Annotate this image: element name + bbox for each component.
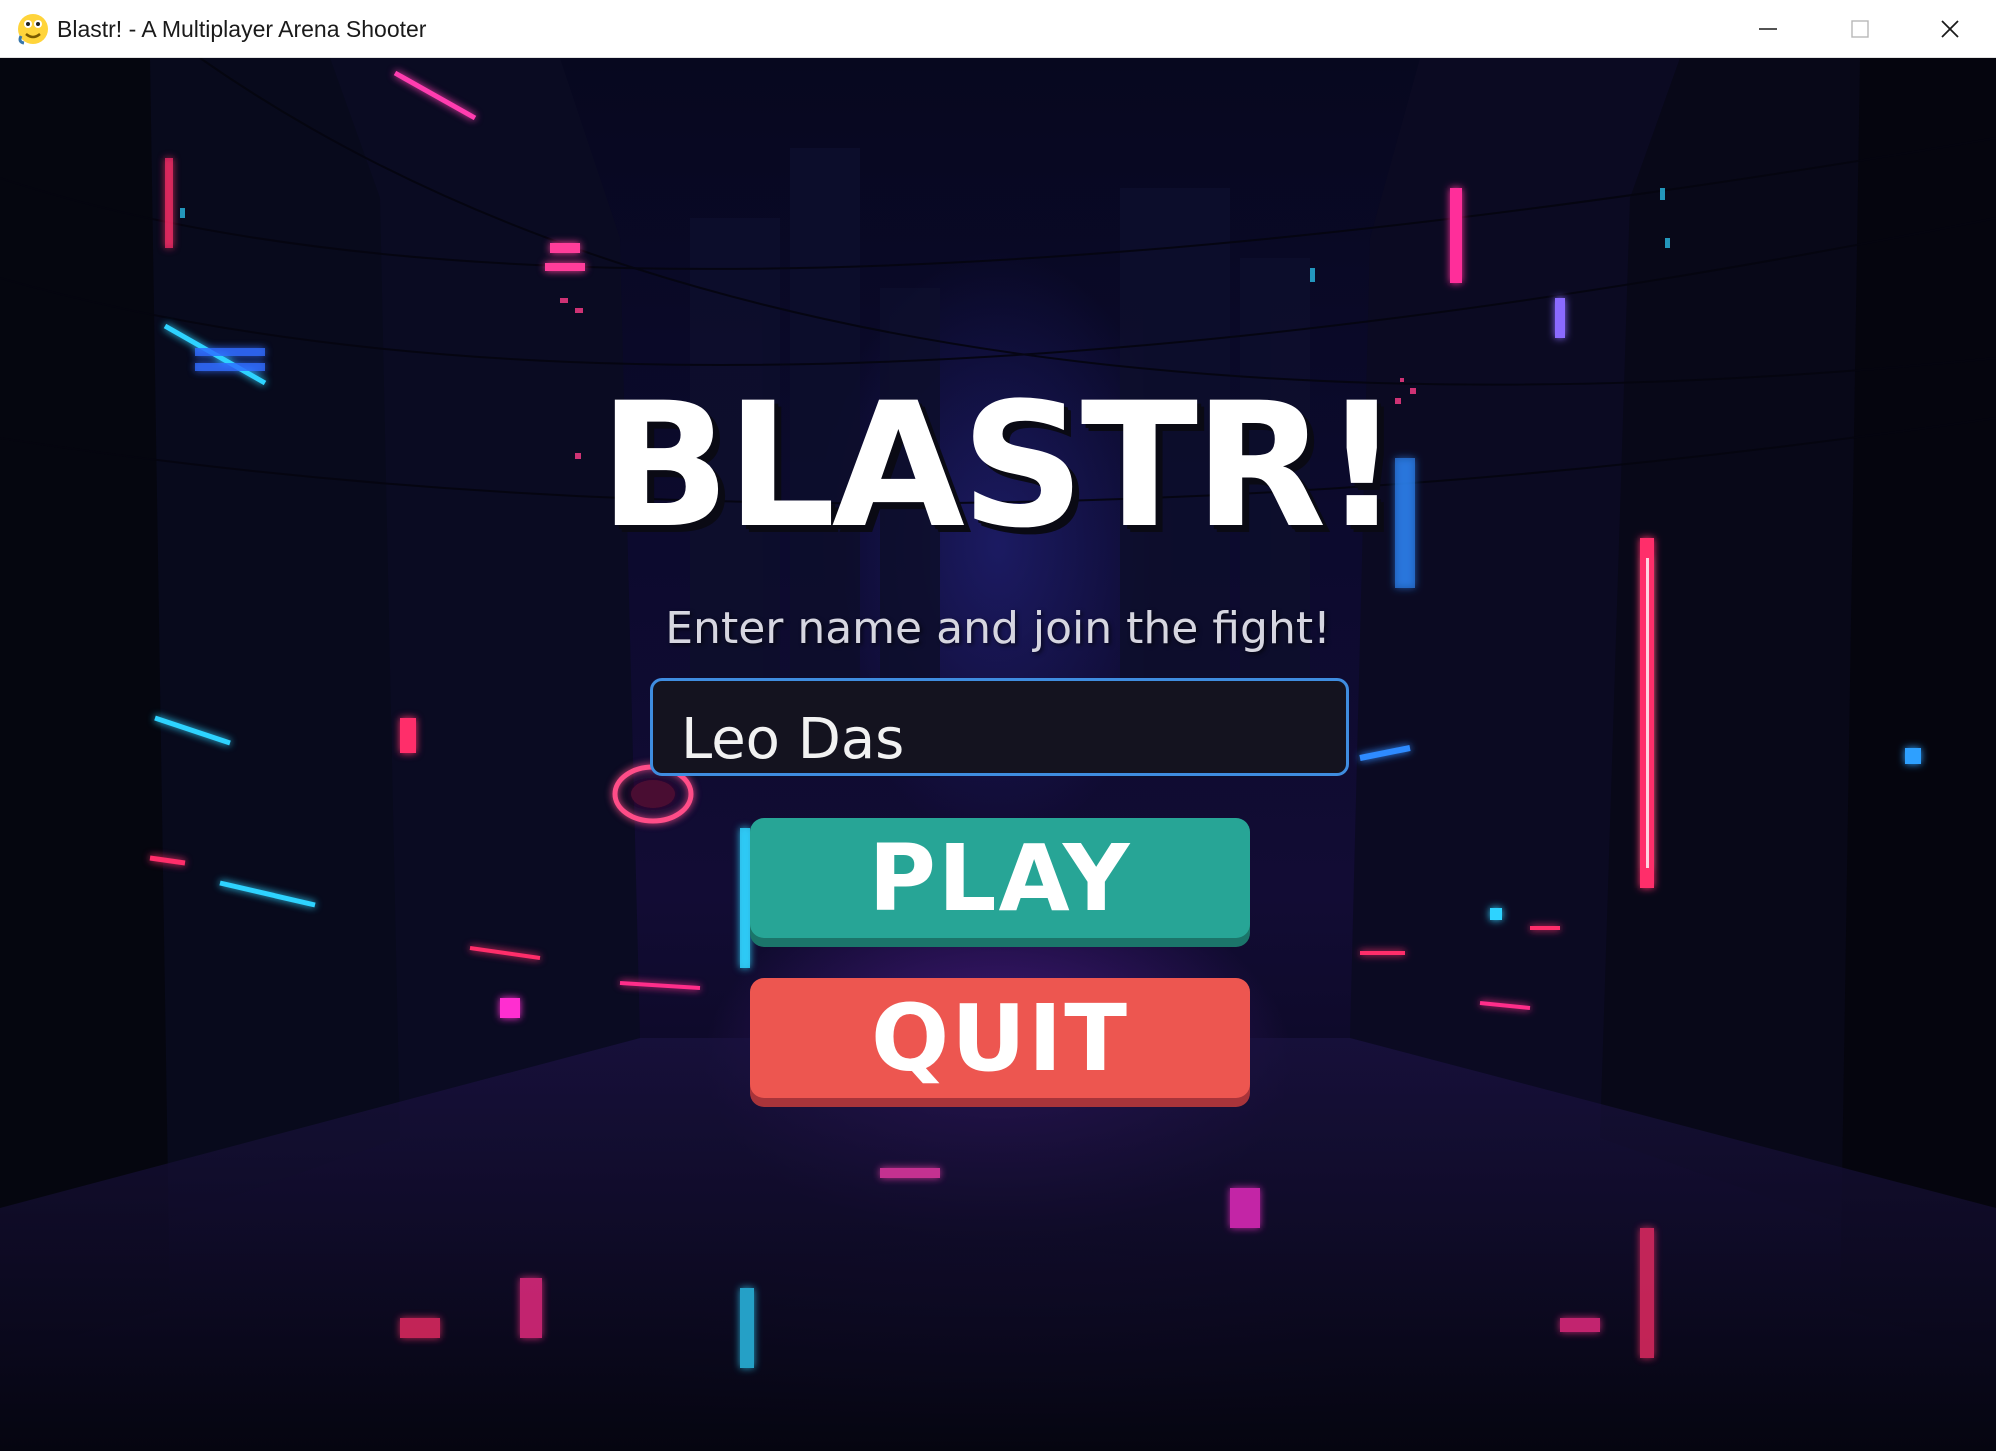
close-button[interactable] <box>1904 0 1996 58</box>
maximize-button[interactable] <box>1814 0 1906 58</box>
python-snake-icon <box>18 14 48 45</box>
window-title: Blastr! - A Multiplayer Arena Shooter <box>57 16 427 42</box>
maximize-icon <box>1851 20 1869 38</box>
play-button[interactable]: PLAY <box>750 818 1250 938</box>
join-prompt: Enter name and join the fight! <box>665 603 1331 654</box>
player-name-input[interactable] <box>650 678 1349 776</box>
minimize-icon <box>1759 28 1777 30</box>
minimize-button[interactable] <box>1722 0 1814 58</box>
game-canvas: BLASTR! Enter name and join the fight! P… <box>0 58 1996 1451</box>
game-title: BLASTR! <box>599 365 1401 566</box>
quit-button[interactable]: QUIT <box>750 978 1250 1098</box>
close-icon <box>1941 20 1959 38</box>
window-title-bar: Blastr! - A Multiplayer Arena Shooter <box>0 0 1996 58</box>
